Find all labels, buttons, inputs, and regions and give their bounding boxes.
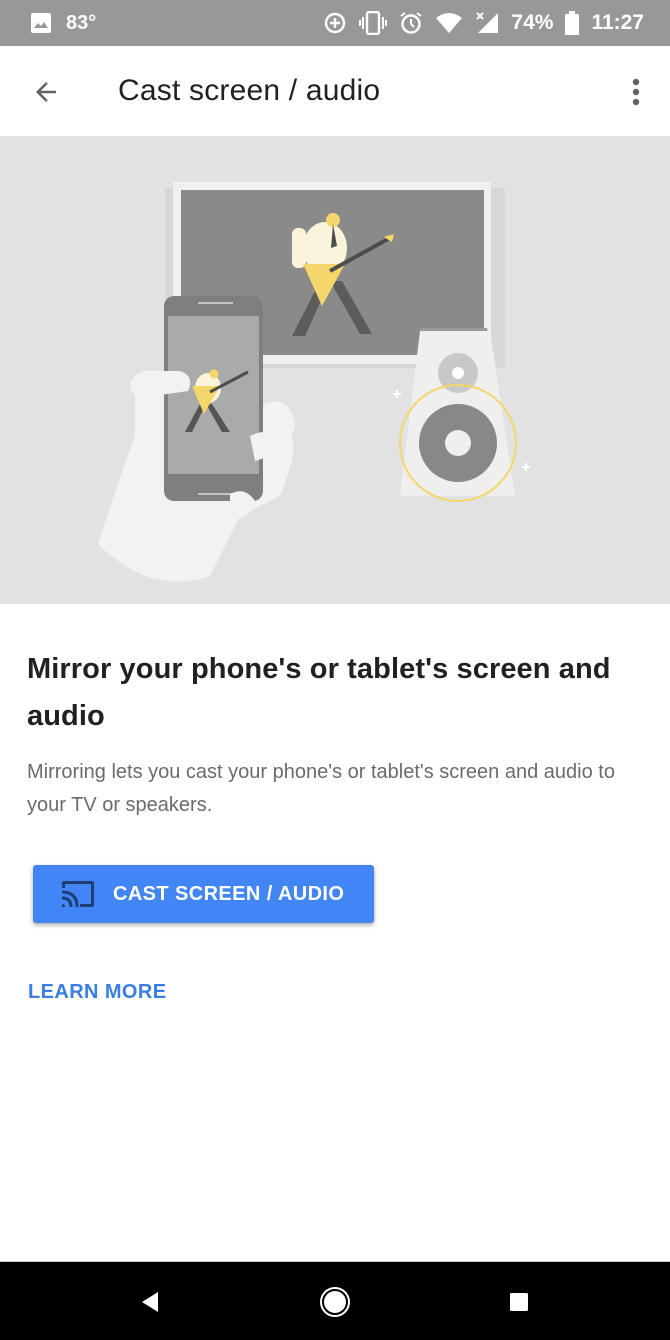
image-icon (31, 13, 51, 33)
cast-icon (61, 881, 94, 908)
cast-illustration (98, 182, 530, 582)
back-button[interactable] (22, 68, 70, 116)
alarm-icon (400, 12, 423, 34)
page-title: Cast screen / audio (118, 74, 381, 107)
learn-more-link[interactable]: LEARN MORE (28, 981, 166, 1004)
cell-signal-no-data-icon (476, 12, 499, 33)
data-saver-icon (325, 12, 346, 34)
nav-recents-icon (510, 1293, 528, 1311)
nav-back-icon (142, 1292, 158, 1312)
nav-back-button[interactable] (128, 1280, 172, 1324)
wifi-icon (436, 13, 463, 33)
clock-text: 11:27 (591, 11, 644, 34)
app-bar: Cast screen / audio (0, 46, 670, 136)
section-description: Mirroring lets you cast your phone's or … (27, 761, 615, 816)
temperature-text: 83° (66, 11, 97, 34)
arrow-back-icon (36, 82, 56, 102)
nav-home-icon (320, 1287, 350, 1317)
more-vert-icon (632, 78, 640, 106)
hero-illustration (0, 136, 670, 604)
system-nav-bar (0, 1261, 670, 1340)
section-heading: Mirror your phone's or tablet's screen a… (27, 653, 611, 732)
nav-home-button[interactable] (313, 1280, 357, 1324)
vibrate-icon (359, 11, 388, 35)
status-bar: 83° 74% 11:27 (0, 0, 670, 46)
battery-icon (565, 11, 580, 35)
phone-graphic (164, 296, 263, 501)
nav-recents-button[interactable] (497, 1280, 541, 1324)
battery-percent-text: 74% (511, 11, 554, 34)
more-options-button[interactable] (616, 68, 656, 116)
cast-screen-audio-button[interactable]: CAST SCREEN / AUDIO (33, 865, 374, 923)
content-section: Mirror your phone's or tablet's screen a… (27, 646, 647, 822)
cast-button-label: CAST SCREEN / AUDIO (113, 882, 345, 905)
